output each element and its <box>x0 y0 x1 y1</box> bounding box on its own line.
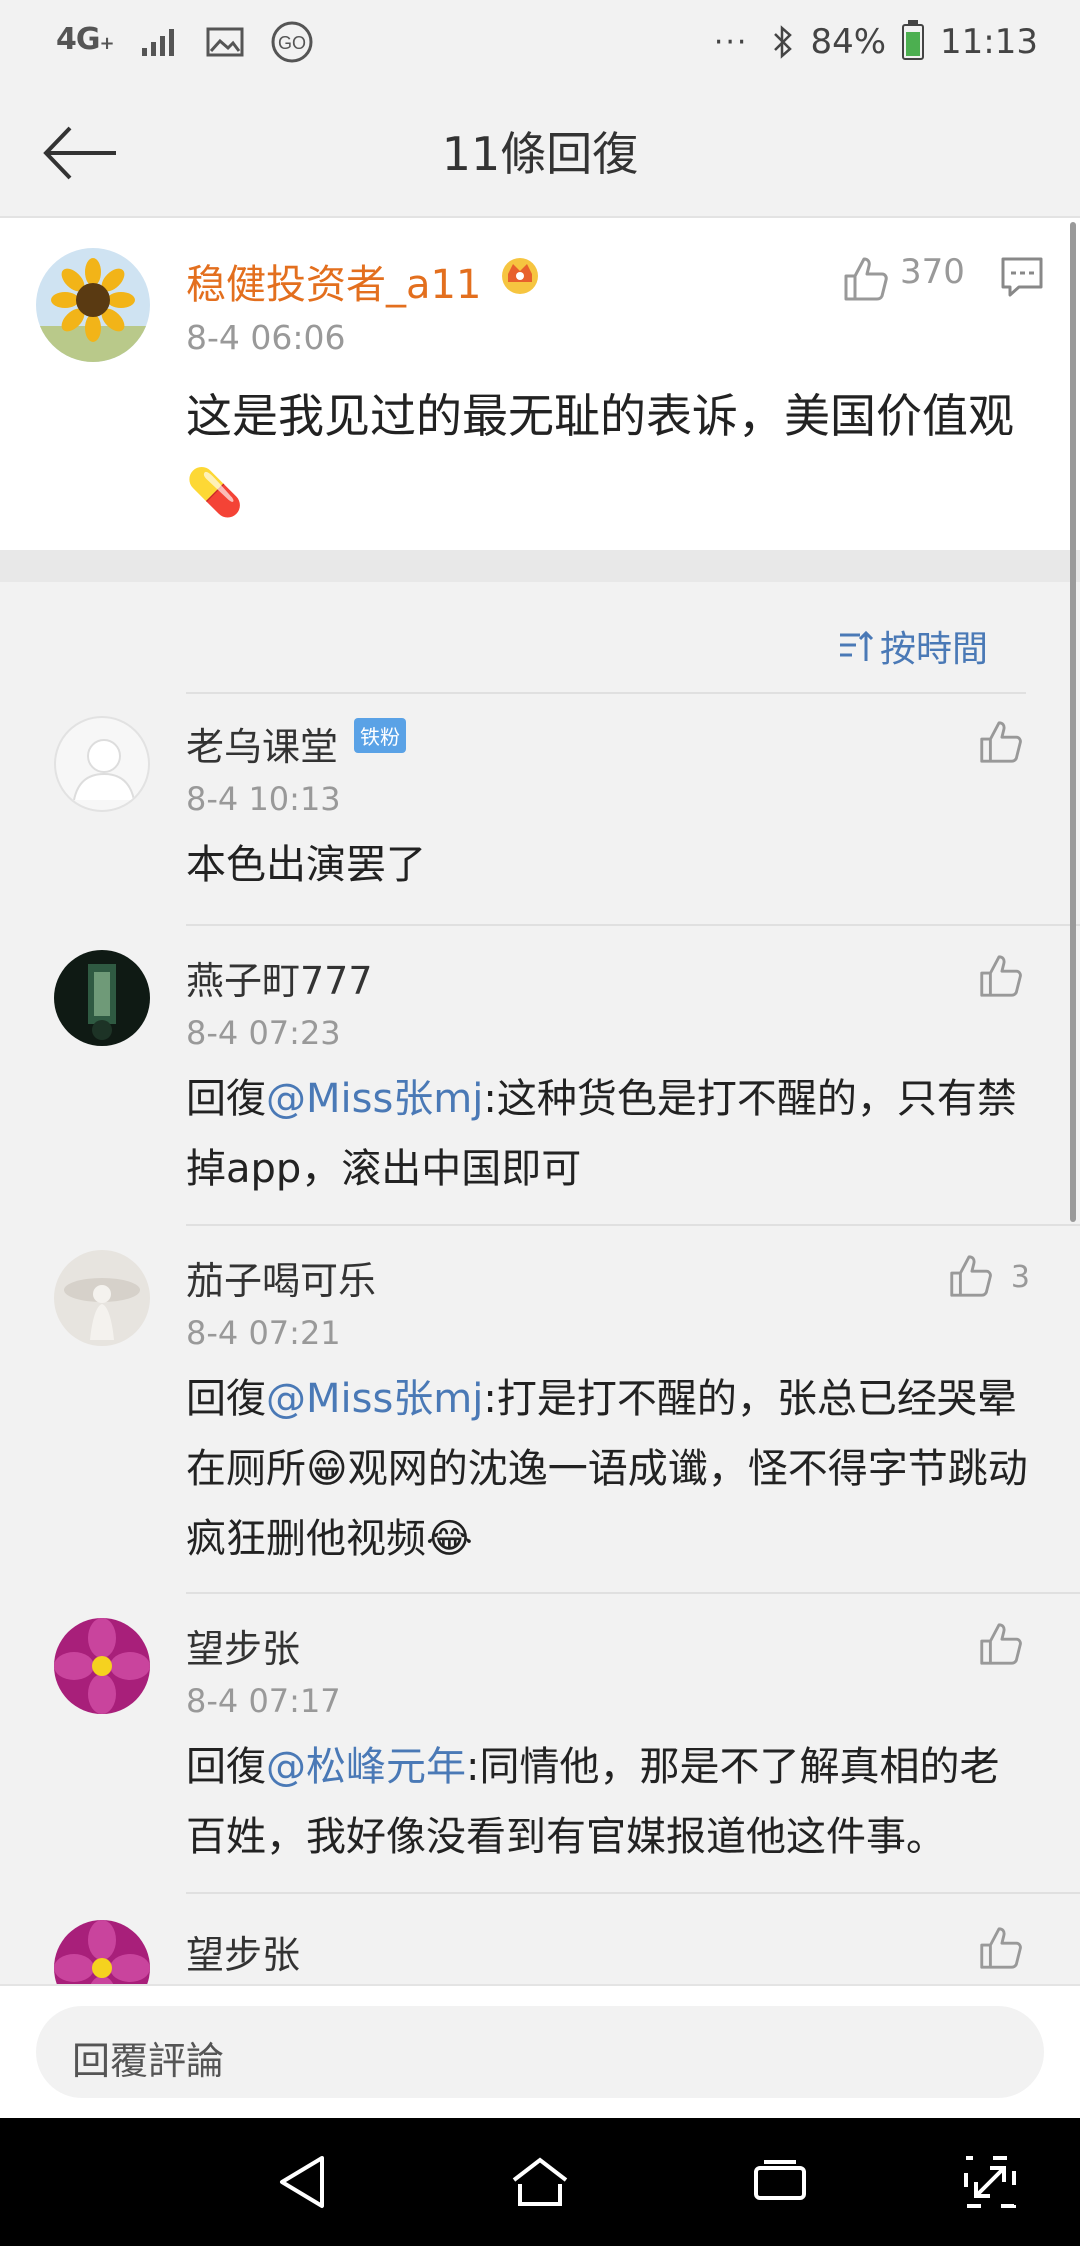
status-bar: 4G+ GO ··· 84% 11:13 <box>0 0 1080 90</box>
image-icon <box>206 27 244 57</box>
svg-text:GO: GO <box>278 33 306 53</box>
like-thumb-icon[interactable] <box>976 1924 1024 1972</box>
like-thumb-icon[interactable] <box>840 254 890 304</box>
default-user-icon <box>73 739 135 801</box>
reply-text: 本色出演罢了 <box>186 842 426 888</box>
screen-expand-icon[interactable] <box>962 2154 1018 2210</box>
avatar[interactable] <box>54 1920 150 1984</box>
fan-badge: 铁粉 <box>354 718 406 753</box>
bluetooth-icon <box>774 25 793 59</box>
reply-author[interactable]: 望步张 <box>186 1924 300 1979</box>
reply-author[interactable]: 茄子喝可乐 <box>186 1250 376 1305</box>
reply-author[interactable]: 燕子町777 <box>186 950 373 1005</box>
go-icon: GO <box>271 21 313 63</box>
like-thumb-icon[interactable] <box>976 952 1024 1000</box>
reply-bar: 回覆評論 <box>0 1984 1080 2120</box>
header: 11條回復 <box>0 90 1080 218</box>
avatar[interactable] <box>54 1618 150 1714</box>
system-navigation-bar <box>0 2118 1080 2246</box>
battery-percent: 84% <box>810 22 887 62</box>
back-nav-icon[interactable] <box>276 2154 328 2210</box>
mention-link[interactable]: @Miss张mj <box>266 1376 483 1422</box>
sort-label: 按時間 <box>879 629 988 670</box>
reply-prefix: 回復 <box>186 1744 266 1790</box>
comment-bubble-icon[interactable] <box>1000 256 1044 298</box>
network-indicator: 4G+ <box>56 22 115 57</box>
reply-time: 8-4 07:21 <box>186 1314 341 1352</box>
home-nav-icon[interactable] <box>510 2154 570 2210</box>
mention-link[interactable]: @Miss张mj <box>266 1076 483 1122</box>
reply-text: 回復@Miss张mj:打是打不醒的，张总已经哭晕在厕所😁观网的沈逸一语成谶，怪不… <box>186 1364 1036 1574</box>
mention-link[interactable]: @松峰元年 <box>266 1744 466 1790</box>
like-count: 370 <box>900 252 965 292</box>
like-count: 3 <box>1010 1260 1030 1295</box>
more-notifications-icon: ··· <box>713 24 749 60</box>
reply-time: 8-4 10:13 <box>186 780 341 818</box>
avatar[interactable] <box>54 716 150 812</box>
dark-photo-avatar-image <box>54 950 150 1046</box>
flower-avatar-image <box>54 1618 150 1714</box>
battery-icon <box>902 20 925 60</box>
statue-photo-avatar-image <box>54 1250 150 1346</box>
like-thumb-icon[interactable] <box>976 718 1024 766</box>
list-item[interactable]: 望步张 <box>0 1894 1080 1984</box>
main-comment: 稳健投资者_a11 8-4 06:06 这是我见过的最无耻的表诉，美国价值观💊 … <box>0 218 1080 550</box>
list-item[interactable]: 望步张 8-4 07:17 回復@松峰元年:同情他，那是不了解真相的老百姓，我好… <box>0 1592 1080 1894</box>
reply-time: 8-4 07:23 <box>186 1014 341 1052</box>
list-item[interactable]: 燕子町777 8-4 07:23 回復@Miss张mj:这种货色是打不醒的，只有… <box>0 924 1080 1226</box>
vip-crown-icon <box>502 258 538 294</box>
reply-prefix: 回復 <box>186 1076 266 1122</box>
list-item[interactable]: 茄子喝可乐 8-4 07:21 回復@Miss张mj:打是打不醒的，张总已经哭晕… <box>0 1224 1080 1594</box>
section-divider <box>0 550 1080 582</box>
like-thumb-icon[interactable] <box>946 1252 994 1300</box>
reply-text: 回復@Miss张mj:这种货色是打不醒的，只有禁掉app，滚出中国即可 <box>186 1064 1036 1204</box>
signal-icon <box>141 29 174 56</box>
sunflower-avatar-image <box>36 248 150 362</box>
sort-button[interactable]: 按時間 <box>838 620 988 672</box>
reply-prefix: 回復 <box>186 1376 266 1422</box>
avatar[interactable] <box>54 950 150 1046</box>
comment-time: 8-4 06:06 <box>186 318 346 357</box>
like-thumb-icon[interactable] <box>976 1620 1024 1668</box>
reply-author[interactable]: 望步张 <box>186 1618 300 1673</box>
sort-icon <box>839 630 874 661</box>
reply-text: 回復@松峰元年:同情他，那是不了解真相的老百姓，我好像没看到有官媒报道他这件事。 <box>186 1732 1036 1872</box>
reply-input-placeholder: 回覆評論 <box>72 2039 225 2083</box>
recent-apps-icon[interactable] <box>752 2154 808 2210</box>
scrollbar[interactable] <box>1070 222 1076 1222</box>
page-title: 11條回復 <box>441 127 639 181</box>
comment-text: 这是我见过的最无耻的表诉，美国价值观💊 <box>186 389 1014 519</box>
clock: 11:13 <box>940 22 1038 62</box>
comment-author[interactable]: 稳健投资者_a11 <box>186 252 481 310</box>
list-item[interactable]: 老乌课堂 铁粉 8-4 10:13 本色出演罢了 <box>0 690 1080 926</box>
avatar[interactable] <box>54 1250 150 1346</box>
reply-author[interactable]: 老乌课堂 <box>186 716 338 771</box>
avatar[interactable] <box>36 248 150 362</box>
reply-time: 8-4 07:17 <box>186 1682 341 1720</box>
flower-avatar-image <box>54 1920 150 1984</box>
